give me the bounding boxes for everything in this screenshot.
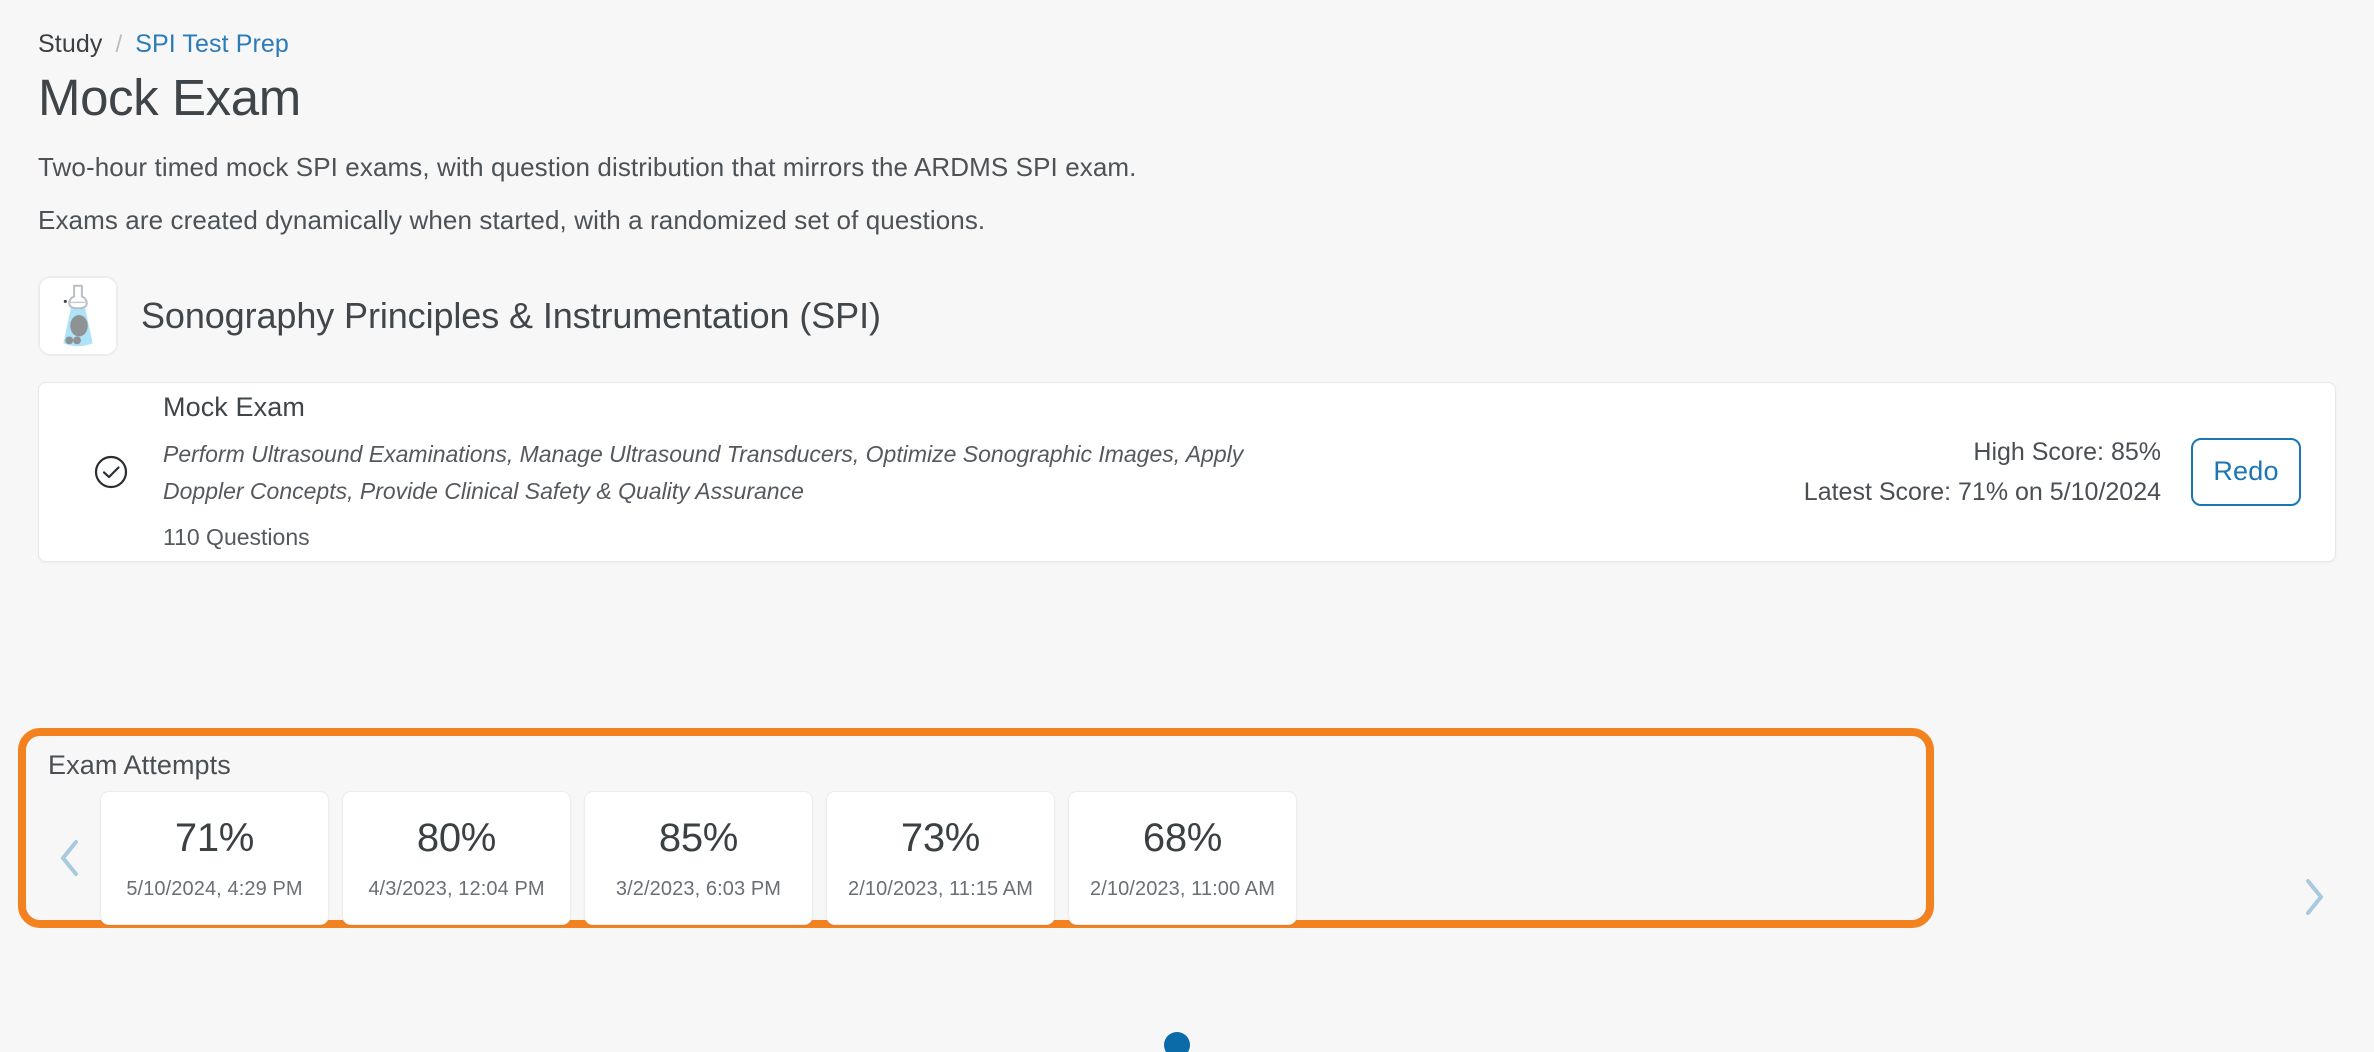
chevron-right-icon: [2306, 879, 2323, 915]
mock-exam-page: Study / SPI Test Prep Mock Exam Two-hour…: [0, 0, 2374, 1052]
carousel-next-button[interactable]: [2292, 868, 2336, 926]
attempt-date: 2/10/2023, 11:15 AM: [847, 877, 1033, 900]
redo-button[interactable]: Redo: [2191, 437, 2301, 506]
page-title: Mock Exam: [38, 69, 301, 126]
carousel-prev-button[interactable]: [48, 829, 92, 887]
page-description-line-1: Two-hour timed mock SPI exams, with ques…: [38, 151, 1137, 182]
attempt-card-list: 71% 5/10/2024, 4:29 PM 80% 4/3/2023, 12:…: [100, 791, 1297, 925]
attempt-date: 4/3/2023, 12:04 PM: [368, 877, 545, 900]
pagination-dot-active[interactable]: [1164, 1032, 1190, 1052]
attempt-date: 3/2/2023, 6:03 PM: [615, 877, 782, 900]
exam-card[interactable]: Mock Exam Perform Ultrasound Examination…: [38, 381, 2336, 562]
attempt-card[interactable]: 80% 4/3/2023, 12:04 PM: [342, 791, 571, 925]
exam-title: Mock Exam: [163, 391, 305, 422]
exam-info: Mock Exam Perform Ultrasound Examination…: [163, 392, 1804, 552]
breadcrumb-separator: /: [115, 30, 123, 58]
attempt-score: 71%: [174, 815, 255, 860]
exam-attempts-carousel: 71% 5/10/2024, 4:29 PM 80% 4/3/2023, 12:…: [48, 791, 1926, 925]
latest-score: Latest Score: 71% on 5/10/2024: [1803, 477, 2161, 506]
attempt-card[interactable]: 71% 5/10/2024, 4:29 PM: [100, 791, 329, 925]
course-header: Sonography Principles & Instrumentation …: [38, 275, 2336, 356]
breadcrumb: Study / SPI Test Prep: [38, 0, 2336, 59]
exam-attempts-section: Exam Attempts 71% 5/10/2024, 4:29 PM 80%…: [18, 728, 1934, 928]
exam-question-count: 110 Questions: [163, 524, 310, 551]
attempt-score: 73%: [900, 815, 981, 860]
attempt-date: 2/10/2023, 11:00 AM: [1089, 877, 1275, 900]
check-circle-icon: [94, 455, 128, 488]
attempt-date: 5/10/2024, 4:29 PM: [126, 877, 303, 900]
chevron-left-icon: [61, 840, 78, 876]
breadcrumb-item-spi-test-prep[interactable]: SPI Test Prep: [135, 30, 289, 59]
attempt-score: 85%: [658, 815, 739, 860]
course-name: Sonography Principles & Instrumentation …: [141, 294, 881, 336]
page-description-line-2: Exams are created dynamically when start…: [38, 204, 986, 235]
attempt-card[interactable]: 85% 3/2/2023, 6:03 PM: [584, 791, 813, 925]
score-summary: High Score: 85% Latest Score: 71% on 5/1…: [1804, 432, 2161, 512]
attempt-card[interactable]: 68% 2/10/2023, 11:00 AM: [1068, 791, 1297, 925]
attempt-score: 80%: [416, 815, 497, 860]
exam-attempts-title: Exam Attempts: [48, 750, 231, 780]
breadcrumb-item-study[interactable]: Study: [38, 30, 102, 59]
high-score: High Score: 85%: [1973, 437, 2161, 466]
exam-objectives: Perform Ultrasound Examinations, Manage …: [163, 440, 1244, 505]
attempt-card[interactable]: 73% 2/10/2023, 11:15 AM: [826, 791, 1055, 925]
attempt-score: 68%: [1142, 815, 1223, 860]
carousel-pagination: [1164, 1032, 1190, 1052]
ultrasound-transducer-icon: [38, 275, 118, 356]
